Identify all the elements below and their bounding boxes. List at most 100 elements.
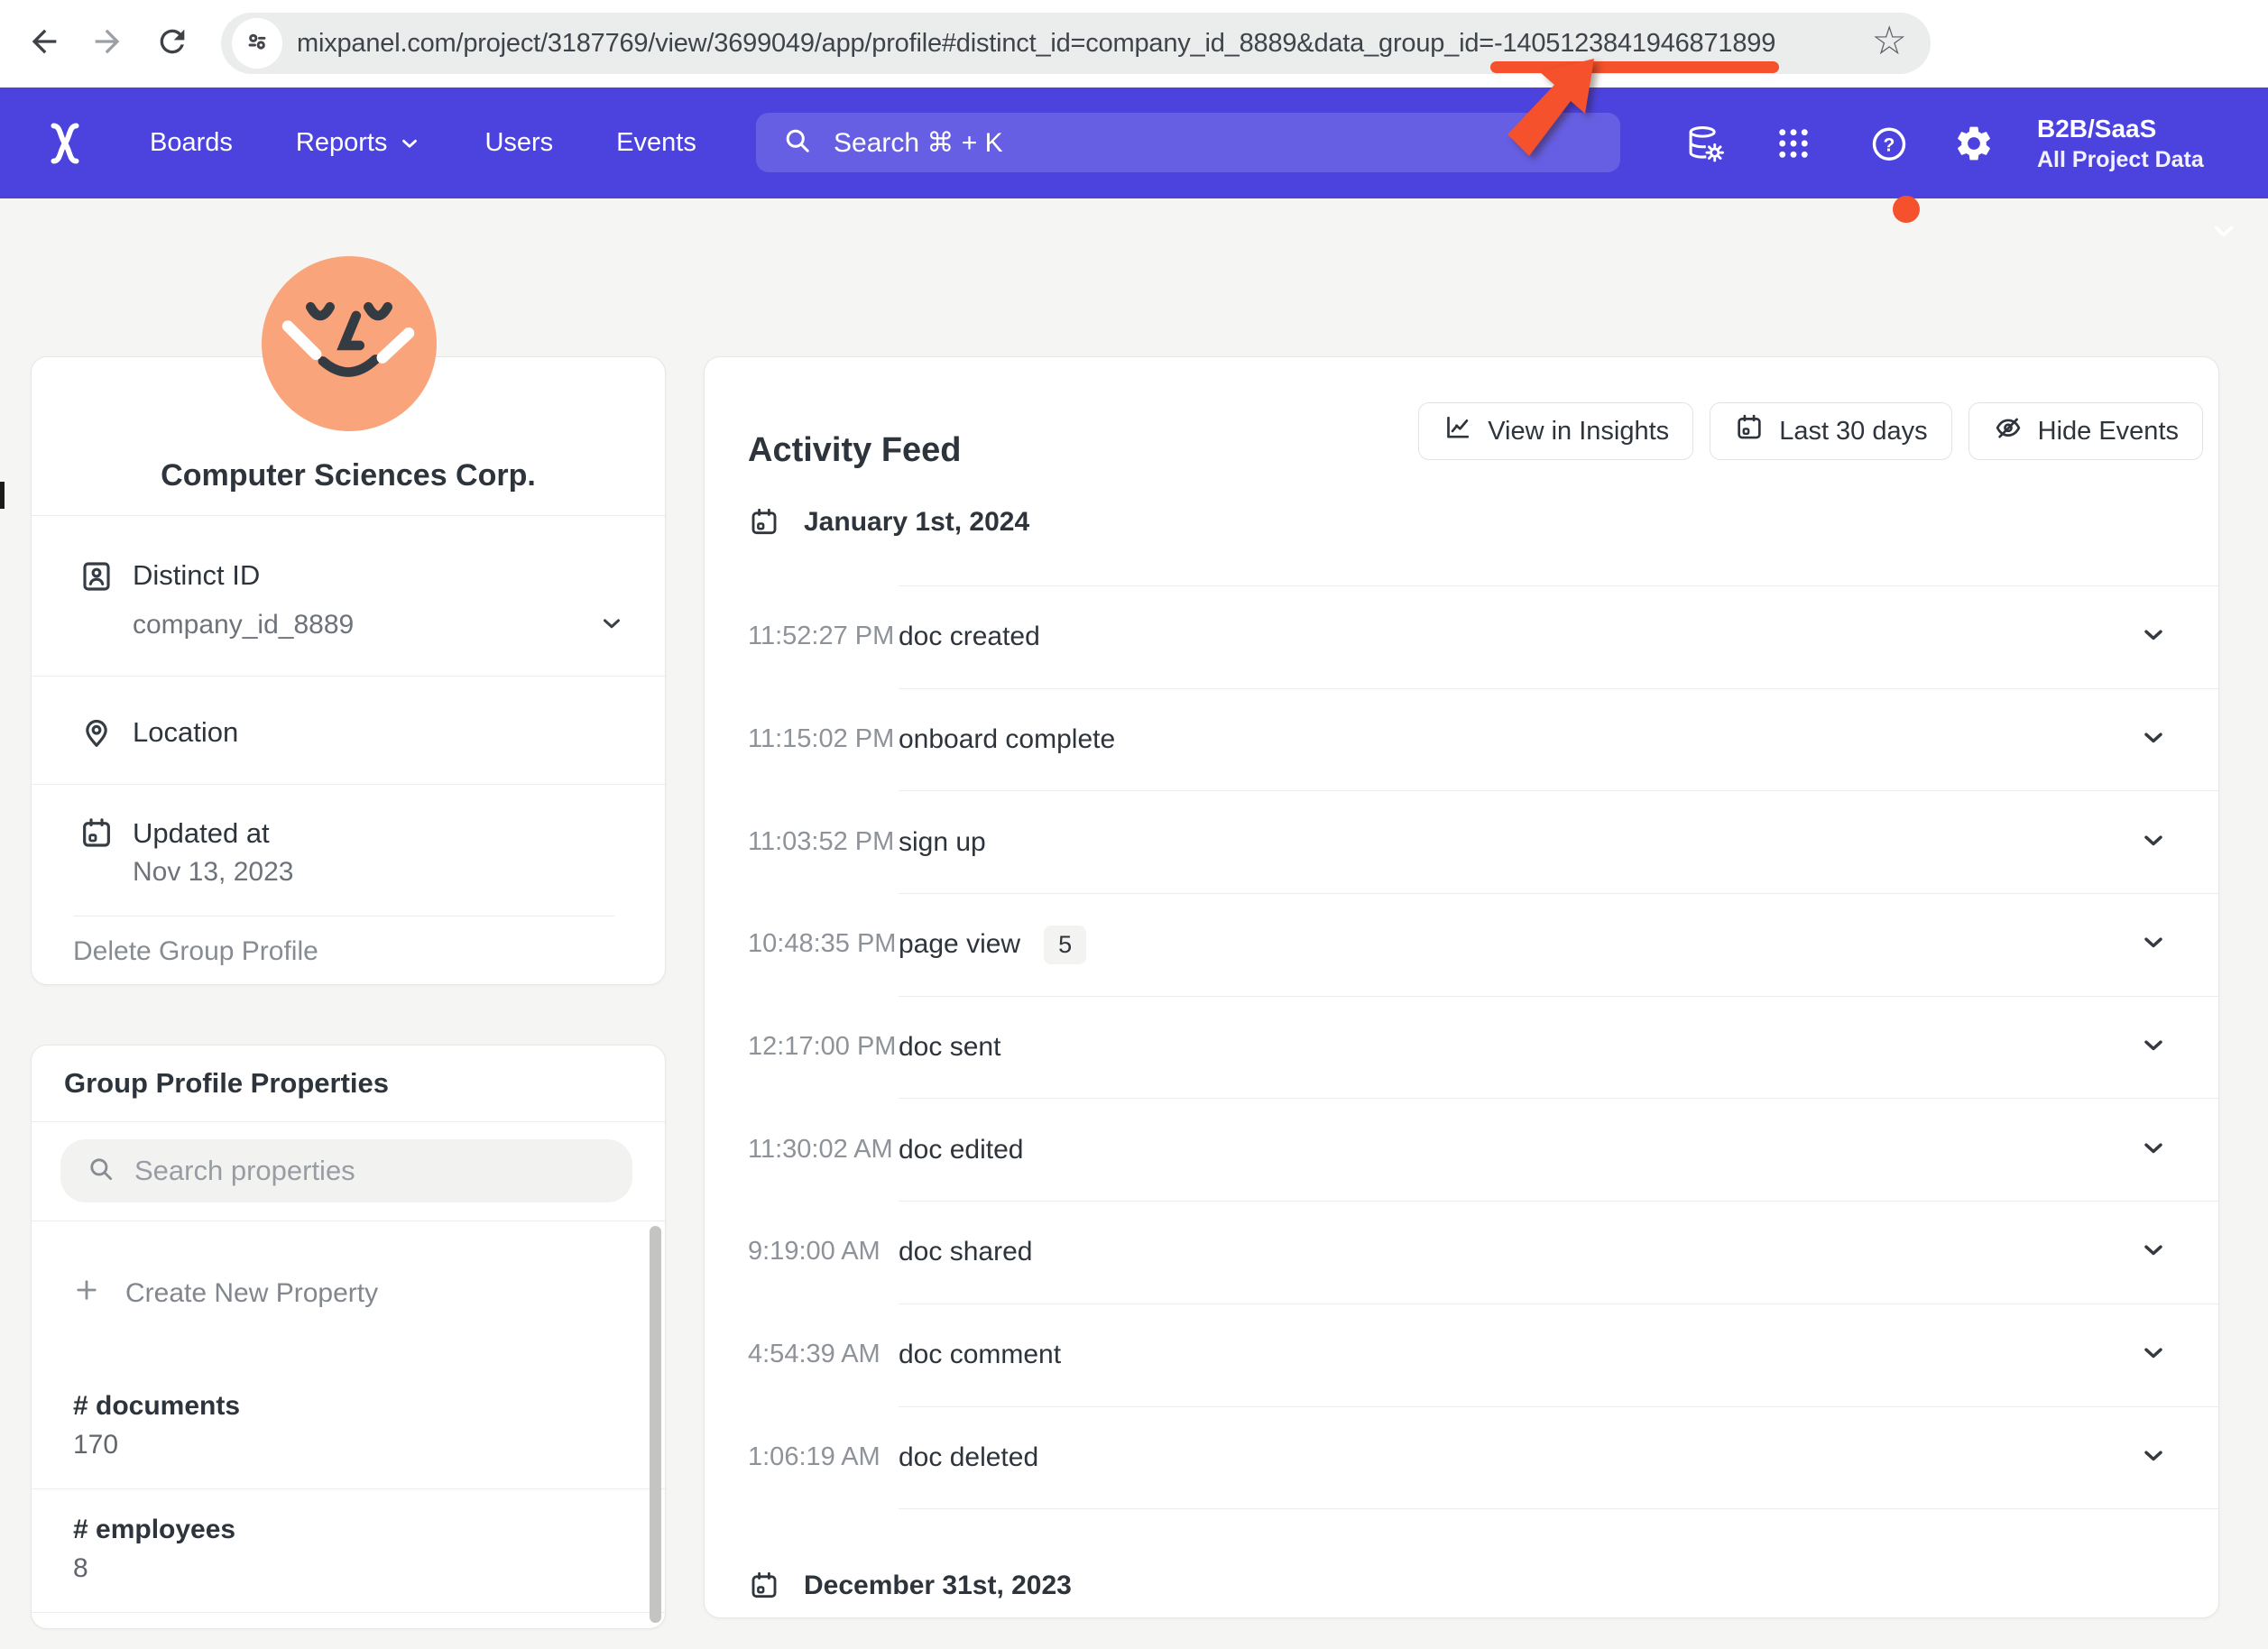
activity-feed-title: Activity Feed bbox=[748, 431, 962, 470]
browser-forward-button[interactable] bbox=[88, 24, 126, 62]
hide-events-label: Hide Events bbox=[2038, 417, 2179, 447]
search-icon bbox=[756, 124, 814, 161]
hide-events-button[interactable]: Hide Events bbox=[1968, 402, 2203, 460]
property-item[interactable]: # employees8 bbox=[32, 1489, 665, 1613]
create-new-property-button[interactable]: Create New Property bbox=[32, 1221, 665, 1366]
updated-at-value: Nov 13, 2023 bbox=[133, 857, 293, 888]
line-chart-icon bbox=[1443, 412, 1473, 450]
activity-row[interactable]: 9:19:00 AM doc shared bbox=[748, 1201, 2218, 1304]
activity-row[interactable]: 4:54:39 AM doc comment bbox=[748, 1304, 2218, 1406]
mixpanel-logo-icon[interactable] bbox=[40, 118, 90, 169]
activity-row[interactable]: 11:30:02 AM doc edited bbox=[748, 1098, 2218, 1201]
activity-row[interactable]: 12:17:00 PM doc sent bbox=[748, 996, 2218, 1099]
view-in-insights-label: View in Insights bbox=[1488, 417, 1669, 447]
row-expand-chevron[interactable] bbox=[2139, 1339, 2168, 1372]
global-search-button[interactable]: Search ⌘ + K bbox=[756, 113, 1620, 172]
activity-row[interactable]: 10:48:35 PM page view5 bbox=[748, 893, 2218, 996]
row-expand-chevron[interactable] bbox=[2139, 621, 2168, 654]
event-name: doc created bbox=[899, 622, 1040, 652]
distinct-id-value: company_id_8889 bbox=[133, 610, 354, 640]
row-expand-chevron[interactable] bbox=[2139, 1236, 2168, 1269]
browser-back-button[interactable] bbox=[25, 24, 63, 62]
settings-gear-icon[interactable] bbox=[1953, 123, 1995, 164]
group-profile-properties-card: Group Profile Properties Create New Prop… bbox=[31, 1045, 666, 1629]
event-name: doc edited bbox=[899, 1135, 1023, 1165]
project-switcher[interactable]: B2B/SaaS All Project Data bbox=[2037, 113, 2204, 174]
row-expand-chevron[interactable] bbox=[2139, 825, 2168, 859]
location-row: Location bbox=[32, 676, 665, 784]
activity-row[interactable]: 1:06:19 AM doc deleted bbox=[748, 1406, 2218, 1509]
event-body: sign up bbox=[899, 790, 2218, 893]
scrollbar-thumb[interactable] bbox=[650, 1226, 661, 1623]
reload-icon bbox=[154, 23, 190, 64]
date-range-label: Last 30 days bbox=[1779, 417, 1927, 447]
distinct-id-label: Distinct ID bbox=[133, 559, 260, 592]
row-expand-chevron[interactable] bbox=[2139, 928, 2168, 962]
calendar-icon bbox=[748, 1570, 780, 1602]
event-time: 1:06:19 AM bbox=[748, 1442, 870, 1472]
date-range-button[interactable]: Last 30 days bbox=[1710, 402, 1951, 460]
search-placeholder: Search ⌘ + K bbox=[834, 127, 1003, 159]
event-time: 11:30:02 AM bbox=[748, 1135, 870, 1165]
event-body: page view5 bbox=[899, 893, 2218, 996]
help-icon[interactable]: ? bbox=[1868, 123, 1910, 164]
distinct-id-expand-chevron[interactable] bbox=[598, 610, 625, 641]
properties-title: Group Profile Properties bbox=[64, 1046, 389, 1121]
event-name: doc sent bbox=[899, 1032, 1000, 1063]
id-badge-icon bbox=[78, 558, 115, 594]
event-count-badge: 5 bbox=[1044, 926, 1086, 964]
event-name: doc comment bbox=[899, 1340, 1061, 1370]
event-time: 9:19:00 AM bbox=[748, 1237, 870, 1267]
properties-search[interactable] bbox=[60, 1139, 632, 1202]
activity-row[interactable]: 11:03:52 PMsign up bbox=[748, 790, 2218, 893]
apps-grid-icon[interactable] bbox=[1773, 123, 1814, 164]
bookmark-star-icon[interactable]: ☆ bbox=[1872, 22, 1907, 61]
row-expand-chevron[interactable] bbox=[2139, 723, 2168, 757]
nav-item-events[interactable]: Events bbox=[616, 128, 696, 158]
event-time: 12:17:00 PM bbox=[748, 1032, 870, 1062]
event-body: doc shared bbox=[899, 1201, 2218, 1304]
event-time: 4:54:39 AM bbox=[748, 1340, 870, 1369]
property-value: 170 bbox=[73, 1425, 665, 1465]
divider bbox=[32, 1121, 665, 1122]
feed-date-header: December 31st, 2023 bbox=[748, 1563, 2218, 1649]
event-body: doc comment bbox=[899, 1304, 2218, 1406]
feed-date-label: January 1st, 2024 bbox=[804, 507, 1029, 538]
feed-date-header: January 1st, 2024 bbox=[748, 500, 2218, 585]
calendar-icon bbox=[1734, 412, 1765, 450]
url-prefix: mixpanel.com/project/3187769/view/369904… bbox=[297, 29, 1494, 58]
chevron-down-icon[interactable] bbox=[2208, 216, 2239, 246]
row-expand-chevron[interactable] bbox=[2139, 1031, 2168, 1064]
event-body: doc sent bbox=[899, 996, 2218, 1099]
event-body: doc deleted bbox=[899, 1406, 2218, 1509]
nav-item-reports[interactable]: Reports bbox=[296, 128, 422, 158]
site-settings-icon bbox=[242, 26, 272, 61]
url-text[interactable]: mixpanel.com/project/3187769/view/369904… bbox=[297, 29, 1775, 59]
group-profile-card: Computer Sciences Corp. Distinct ID comp… bbox=[31, 356, 666, 985]
updated-at-label: Updated at bbox=[133, 817, 270, 850]
screen-edge-artifact bbox=[0, 482, 5, 509]
event-body: doc created bbox=[899, 585, 2218, 688]
row-expand-chevron[interactable] bbox=[2139, 1133, 2168, 1166]
activity-row[interactable]: 11:52:27 PMdoc created bbox=[748, 585, 2218, 688]
properties-search-input[interactable] bbox=[133, 1154, 605, 1188]
site-settings-button[interactable] bbox=[232, 18, 282, 69]
browser-reload-button[interactable] bbox=[153, 24, 191, 62]
activity-row[interactable]: 11:15:02 PMonboard complete bbox=[748, 688, 2218, 791]
view-in-insights-button[interactable]: View in Insights bbox=[1418, 402, 1693, 460]
search-icon bbox=[60, 1154, 116, 1189]
calendar-icon bbox=[78, 815, 115, 852]
updated-at-row: Updated at Nov 13, 2023 bbox=[32, 784, 665, 916]
address-bar[interactable]: mixpanel.com/project/3187769/view/369904… bbox=[221, 13, 1931, 74]
activity-feed-card: Activity Feed View in Insights Last 30 d… bbox=[704, 356, 2219, 1618]
property-item[interactable]: # documents170 bbox=[32, 1366, 665, 1489]
row-expand-chevron[interactable] bbox=[2139, 1441, 2168, 1474]
calendar-icon bbox=[748, 506, 780, 539]
delete-group-profile-button[interactable]: Delete Group Profile bbox=[73, 916, 614, 987]
nav-item-users[interactable]: Users bbox=[484, 128, 553, 158]
nav-item-boards[interactable]: Boards bbox=[150, 128, 233, 158]
company-avatar bbox=[262, 256, 437, 431]
event-time: 10:48:35 PM bbox=[748, 929, 870, 959]
data-management-icon[interactable] bbox=[1684, 123, 1726, 164]
project-name: B2B/SaaS bbox=[2037, 113, 2204, 145]
